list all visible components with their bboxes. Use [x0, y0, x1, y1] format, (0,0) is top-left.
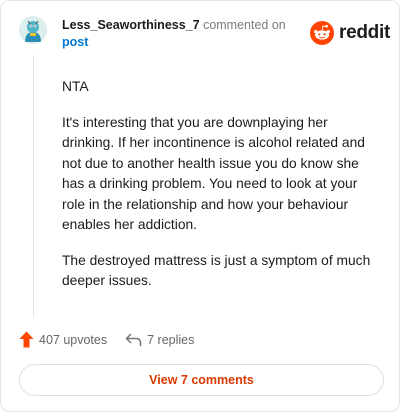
- reply-arrow-icon: [125, 332, 142, 346]
- user-avatar-icon: [19, 16, 47, 44]
- replies-count: 7 replies: [147, 332, 195, 347]
- comment-card: Less_Seaworthiness_7 commented on post r…: [0, 0, 400, 412]
- replies-button[interactable]: 7 replies: [125, 333, 194, 347]
- comment-header: Less_Seaworthiness_7 commented on: [62, 18, 286, 32]
- comment-body: NTA It's interesting that you are downpl…: [62, 77, 380, 307]
- commented-on-text: commented on: [203, 18, 286, 32]
- upvote-count: 407 upvotes: [39, 332, 108, 347]
- upvote-arrow-icon: [19, 331, 34, 348]
- comment-actions: 407 upvotes 7 replies: [19, 331, 194, 348]
- upvote-button[interactable]: 407 upvotes: [19, 331, 107, 348]
- comment-paragraph: It's interesting that you are downplayin…: [62, 114, 365, 233]
- avatar[interactable]: [19, 16, 47, 44]
- reddit-logo: reddit: [310, 21, 390, 45]
- thread-line: [33, 55, 34, 317]
- brand-name: reddit: [339, 22, 390, 43]
- comment-paragraph: The destroyed mattress is just a symptom…: [62, 252, 371, 289]
- comment-paragraph: NTA: [62, 79, 89, 94]
- post-link[interactable]: post: [62, 35, 88, 49]
- view-comments-button[interactable]: View 7 comments: [19, 364, 384, 396]
- username[interactable]: Less_Seaworthiness_7: [62, 18, 200, 32]
- reddit-icon: [310, 21, 334, 45]
